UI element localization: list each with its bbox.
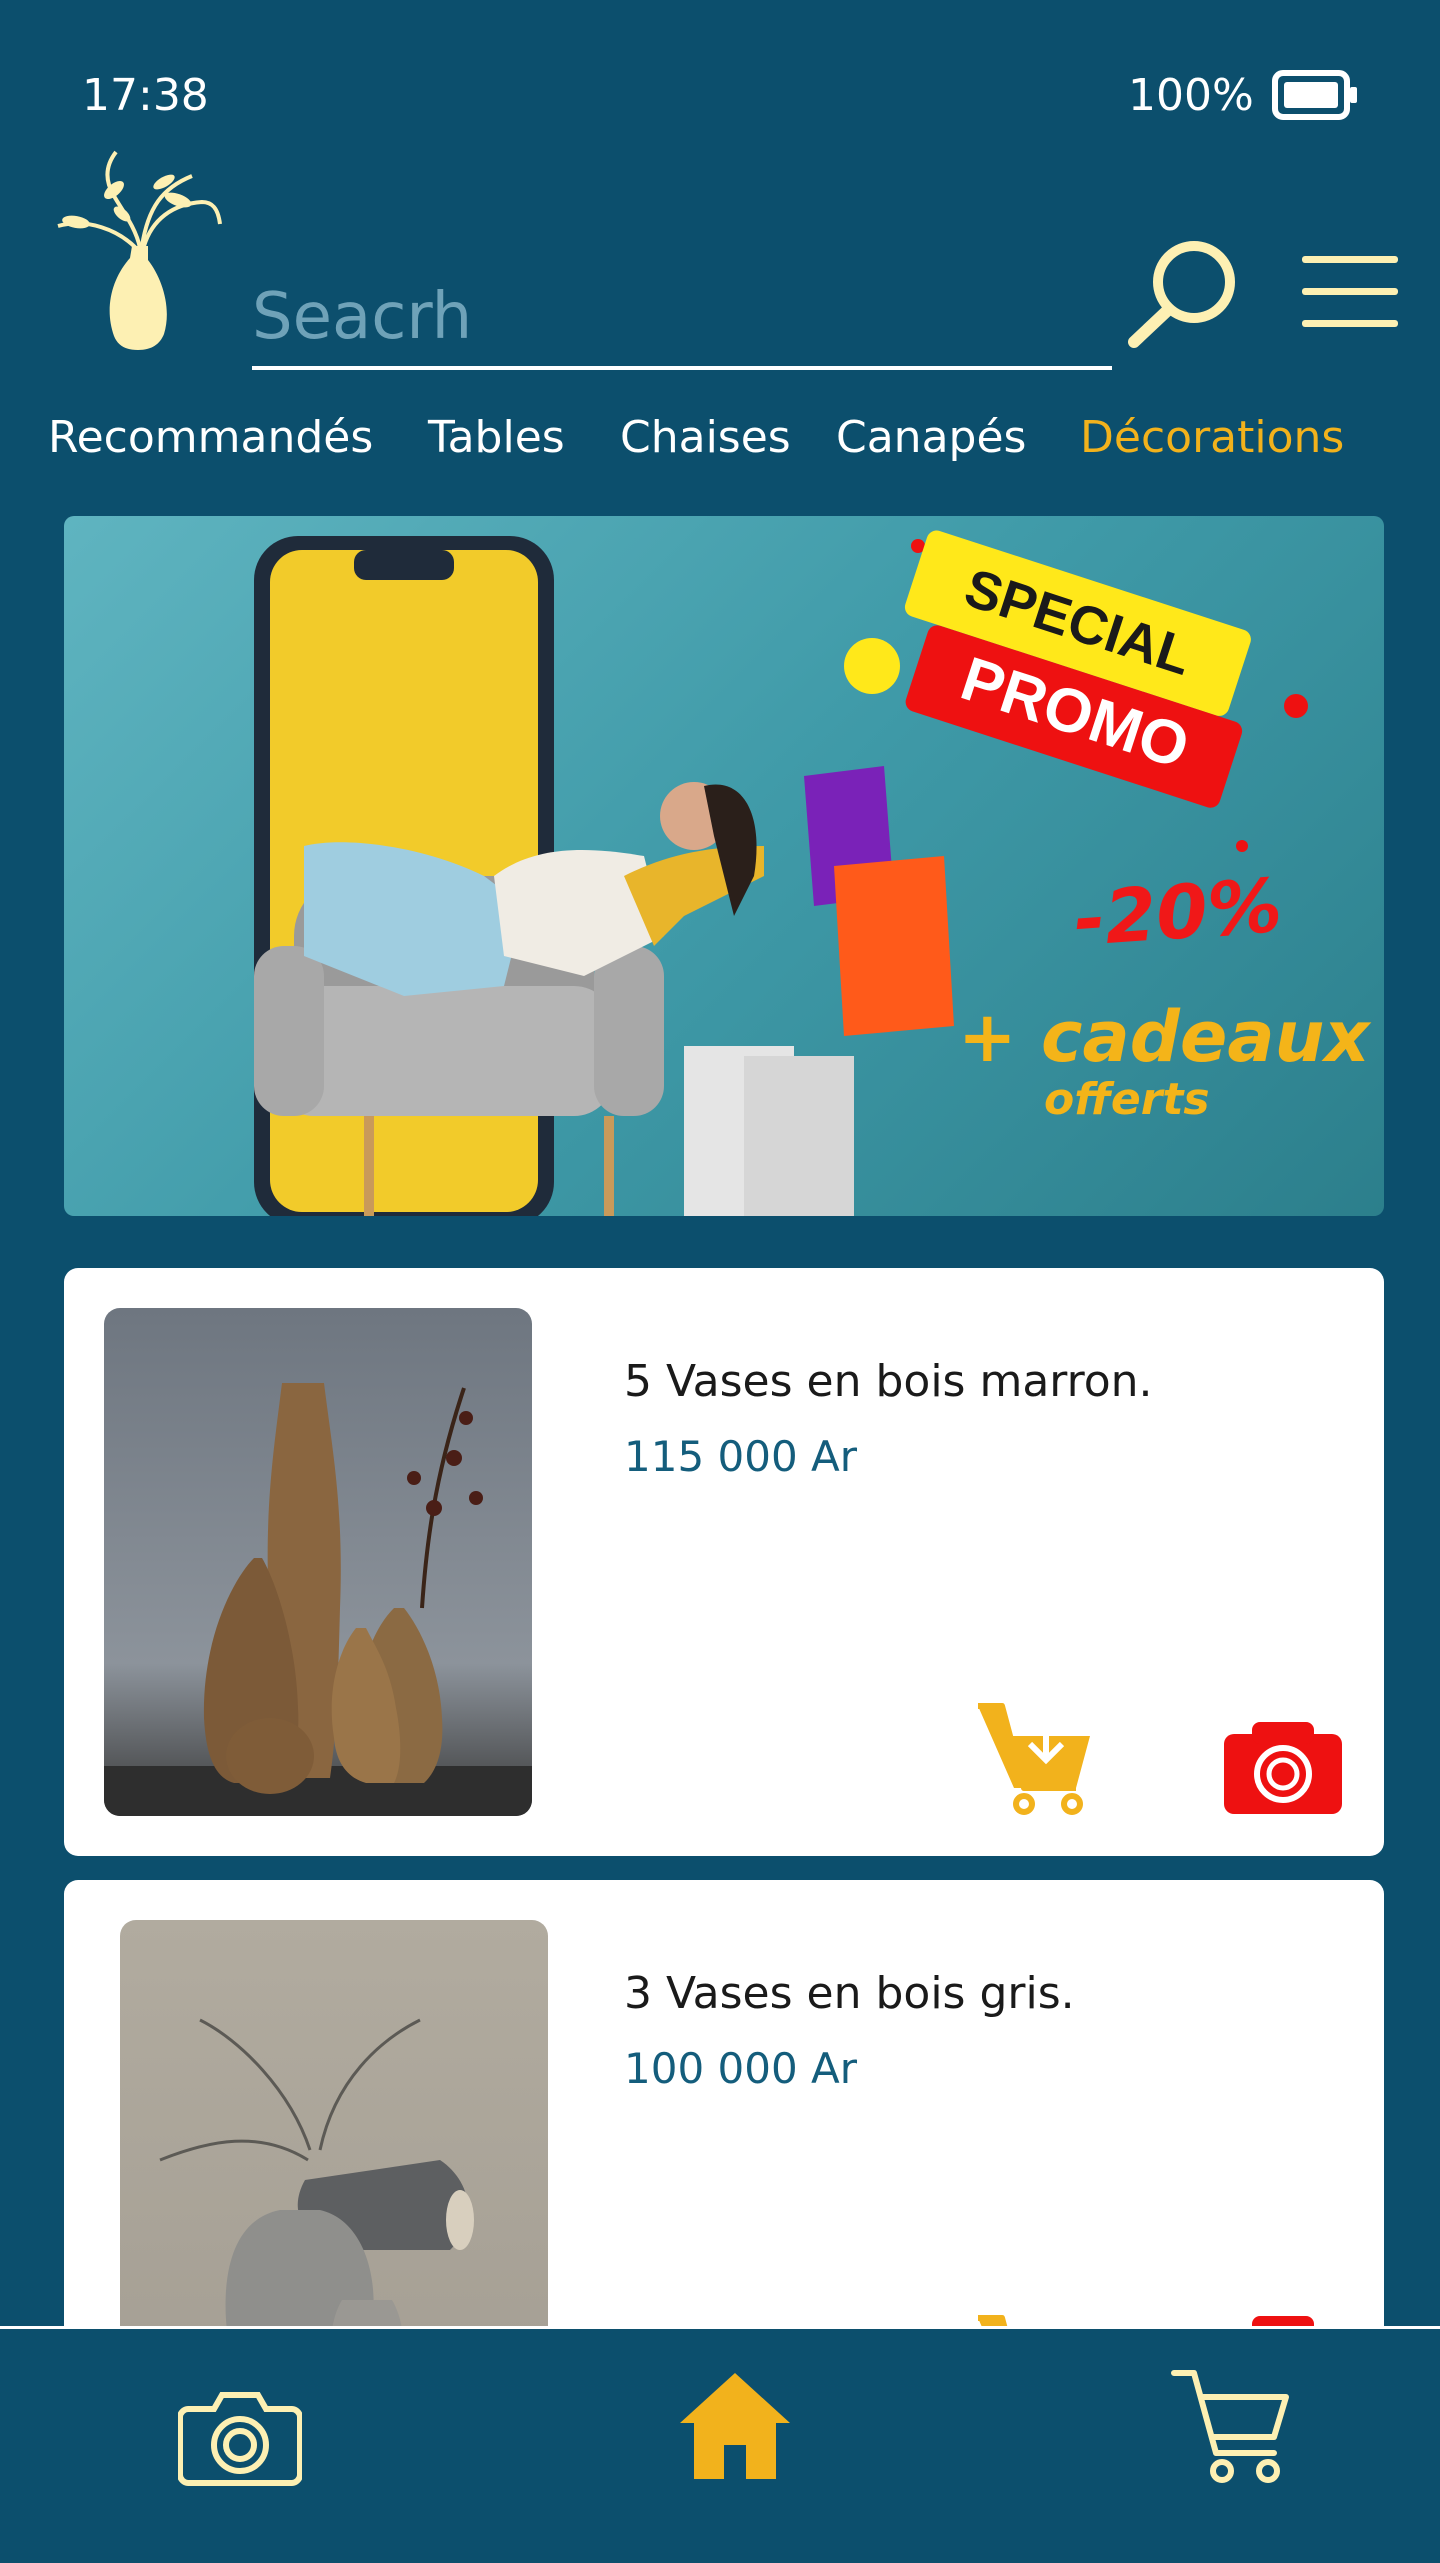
bottom-nav — [0, 2326, 1440, 2563]
add-to-cart-icon[interactable] — [972, 1696, 1096, 1816]
product-price: 100 000 Ar — [624, 2044, 858, 2093]
promo-gift-subline: offerts — [1044, 1074, 1210, 1125]
search-input[interactable] — [252, 268, 1112, 370]
product-card[interactable]: 5 Vases en bois marron. 115 000 Ar — [64, 1268, 1384, 1856]
tab-decorations[interactable]: Décorations — [1080, 412, 1344, 463]
search-icon[interactable] — [1126, 238, 1242, 350]
tab-canapes[interactable]: Canapés — [836, 412, 1026, 463]
vases-wood-illustration — [104, 1383, 532, 1816]
product-name: 5 Vases en bois marron. — [624, 1356, 1153, 1407]
promo-gift-line: + cadeaux — [958, 996, 1370, 1078]
home-icon[interactable] — [676, 2369, 794, 2481]
product-price: 115 000 Ar — [624, 1432, 858, 1481]
vase-logo-icon — [57, 150, 222, 350]
battery-icon — [1272, 70, 1357, 120]
product-image[interactable] — [104, 1308, 532, 1816]
promo-discount: -20% — [1071, 862, 1285, 964]
tab-recommandes[interactable]: Recommandés — [48, 412, 373, 463]
hamburger-menu-icon[interactable] — [1300, 252, 1400, 332]
tab-chaises[interactable]: Chaises — [620, 412, 791, 463]
camera-icon[interactable] — [178, 2389, 302, 2487]
battery-percentage: 100% — [1128, 70, 1254, 121]
cart-icon[interactable] — [1170, 2367, 1290, 2487]
product-name: 3 Vases en bois gris. — [624, 1968, 1075, 2019]
camera-ar-icon[interactable] — [1222, 1718, 1344, 1816]
status-time: 17:38 — [82, 70, 209, 121]
tab-tables[interactable]: Tables — [428, 412, 565, 463]
